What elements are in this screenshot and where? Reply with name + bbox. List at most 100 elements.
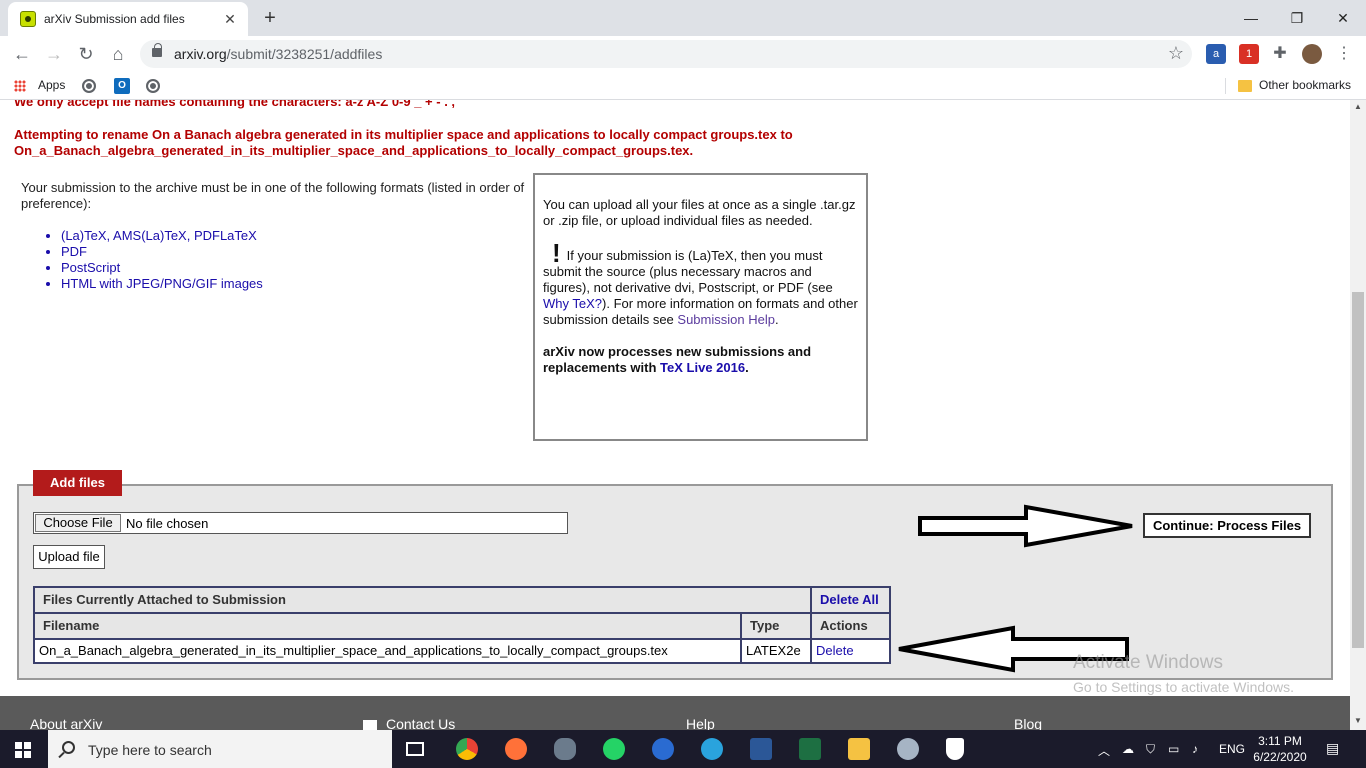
bookmark-apps[interactable]: Apps [38,78,65,92]
word-icon[interactable] [750,738,772,760]
formats-list: (La)TeX, AMS(La)TeX, PDFLaTeX PDF PostSc… [61,228,531,292]
file-status: No file chosen [126,516,209,531]
forward-button[interactable]: → [40,40,68,68]
mail-icon [363,720,377,730]
apps-grid-icon[interactable] [14,80,26,92]
scroll-thumb[interactable] [1352,292,1364,648]
scroll-down-icon[interactable]: ▼ [1350,714,1366,728]
delete-file-link[interactable]: Delete [812,640,889,662]
firefox-icon[interactable] [505,738,527,760]
footer-about-link[interactable]: About arXiv [30,716,102,730]
tab-strip: arXiv Submission add files ✕ + — ❐ ✕ [0,0,1366,36]
outlook-icon[interactable]: O [114,78,130,94]
app-icon[interactable] [554,738,576,760]
footer-blog-link[interactable]: Blog [1014,716,1042,730]
bookmark-separator [1225,78,1226,94]
format-item[interactable]: PostScript [61,260,531,276]
notifications-icon[interactable]: ▤ [1326,740,1339,757]
bookmarks-bar: Apps O Other bookmarks [0,72,1366,100]
defender-icon[interactable]: ⛉ [1146,742,1155,757]
search-icon [62,741,75,754]
menu-kebab-icon[interactable]: ⋮ [1334,44,1354,64]
minimize-button[interactable]: — [1228,4,1274,32]
site-footer: About arXiv Contact Us Help Blog [0,696,1350,730]
arxiv-favicon-icon [20,11,36,27]
format-item[interactable]: PDF [61,244,531,260]
skype-icon[interactable] [652,738,674,760]
windows-start-icon[interactable] [15,742,31,758]
reload-button[interactable]: ↻ [72,40,100,68]
tab-title: arXiv Submission add files [44,12,185,26]
excel-icon[interactable] [799,738,821,760]
taskbar-search[interactable]: Type here to search [48,730,392,768]
bookmark-star-icon[interactable]: ☆ [1168,43,1184,64]
restore-button[interactable]: ❐ [1274,4,1320,32]
formats-section: Your submission to the archive must be i… [21,180,531,292]
arrow-shape [918,504,1133,548]
submission-help-link[interactable]: Submission Help [677,312,775,327]
footer-help-link[interactable]: Help [686,716,715,730]
browser-tab[interactable]: arXiv Submission add files ✕ [8,2,248,36]
close-tab-icon[interactable]: ✕ [220,9,240,29]
volume-icon[interactable]: ♪ [1192,742,1198,756]
upload-file-button[interactable]: Upload file [33,545,105,569]
formats-intro: Your submission to the archive must be i… [21,180,525,211]
clock-time: 3:11 PM [1258,734,1302,748]
onedrive-icon[interactable]: ☁ [1122,742,1134,756]
language-indicator[interactable]: ENG [1219,742,1245,756]
files-table-title: Files Currently Attached to Submission [35,588,810,612]
network-icon[interactable]: ▭ [1168,742,1179,756]
files-table: Files Currently Attached to Submission D… [33,586,891,664]
chrome-icon[interactable] [456,738,478,760]
activation-watermark-title: Activate Windows [1073,652,1223,673]
url-text: arxiv.org/submit/3238251/addfiles [174,46,383,62]
continue-process-files-button[interactable]: Continue: Process Files [1143,513,1311,538]
choose-file-button[interactable]: Choose File [35,514,121,532]
extension-translate-icon[interactable]: a [1206,44,1226,64]
security-shield-icon[interactable] [946,738,964,760]
paint-icon[interactable] [897,738,919,760]
windows-taskbar: Type here to search ︿ ☁ ⛉ ▭ ♪ ENG 3:11 P… [0,730,1366,768]
page-content: We only accept file names containing the… [0,100,1350,730]
whatsapp-icon[interactable] [603,738,625,760]
folder-icon [1238,80,1252,92]
activation-watermark-subtitle: Go to Settings to activate Windows. [1073,679,1294,695]
column-header-filename: Filename [35,614,740,638]
filename-chars-warning: We only accept file names containing the… [14,100,456,109]
clock-date: 6/22/2020 [1253,750,1307,764]
address-bar[interactable]: arxiv.org/submit/3238251/addfiles ☆ [140,40,1192,68]
format-item[interactable]: (La)TeX, AMS(La)TeX, PDFLaTeX [61,228,531,244]
texlive-link[interactable]: TeX Live 2016 [660,360,745,375]
footer-contact-link[interactable]: Contact Us [386,716,455,730]
back-button[interactable]: ← [8,40,36,68]
task-view-icon[interactable] [406,742,424,756]
lock-icon [152,43,162,57]
browser-toolbar: ← → ↻ ⌂ arxiv.org/submit/3238251/addfile… [0,36,1366,72]
delete-all-link[interactable]: Delete All [812,588,889,612]
globe-icon[interactable] [146,79,160,93]
vertical-scrollbar[interactable]: ▲ ▼ [1350,100,1366,730]
bookmark-other[interactable]: Other bookmarks [1259,78,1351,92]
column-header-type: Type [742,614,810,638]
profile-avatar-icon[interactable] [1302,44,1322,64]
system-clock[interactable]: 3:11 PM 6/22/2020 [1250,733,1310,765]
add-files-legend: Add files [33,470,122,496]
why-tex-link[interactable]: Why TeX? [543,296,602,311]
file-name-cell: On_a_Banach_algebra_generated_in_its_mul… [35,640,740,662]
file-explorer-icon[interactable] [848,738,870,760]
home-button[interactable]: ⌂ [104,40,132,68]
close-window-button[interactable]: ✕ [1320,4,1366,32]
globe-icon[interactable] [82,79,96,93]
telegram-icon[interactable] [701,738,723,760]
tray-chevron-icon[interactable]: ︿ [1098,742,1110,759]
extensions-puzzle-icon[interactable]: ✚ [1270,44,1290,64]
texlive-note: arXiv now processes new submissions and … [543,344,812,375]
upload-info-box: You can upload all your files at once as… [533,173,868,441]
file-type-cell: LATEX2e [742,640,810,662]
rename-warning: Attempting to rename On a Banach algebra… [14,127,793,158]
scroll-up-icon[interactable]: ▲ [1350,100,1366,114]
file-input[interactable]: Choose File No file chosen [33,512,568,534]
extension-calendar-icon[interactable]: 1 [1239,44,1259,64]
format-item[interactable]: HTML with JPEG/PNG/GIF images [61,276,531,292]
new-tab-button[interactable]: + [258,6,282,30]
